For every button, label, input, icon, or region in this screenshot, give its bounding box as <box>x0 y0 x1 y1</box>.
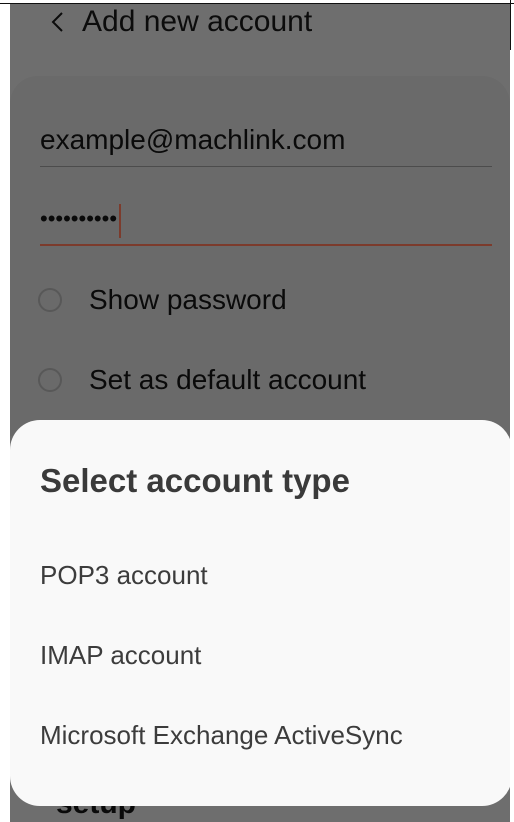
frame-right-margin <box>510 0 514 822</box>
option-pop3-account[interactable]: POP3 account <box>40 560 208 591</box>
option-exchange-activesync[interactable]: Microsoft Exchange ActiveSync <box>40 720 403 751</box>
show-password-radio[interactable] <box>38 288 62 312</box>
page-title: Add new account <box>82 5 313 38</box>
show-password-option[interactable]: Show password <box>38 284 287 316</box>
text-cursor <box>119 204 122 238</box>
frame-left-margin <box>0 0 10 822</box>
frame-right-line <box>510 0 511 50</box>
sheet-title: Select account type <box>40 462 350 499</box>
password-masked-value: •••••••••• <box>40 206 118 231</box>
option-imap-account[interactable]: IMAP account <box>40 640 201 671</box>
show-password-label: Show password <box>89 284 287 315</box>
default-account-label: Set as default account <box>89 364 367 395</box>
default-account-option[interactable]: Set as default account <box>38 364 366 396</box>
frame-top-border <box>0 0 514 4</box>
add-account-screen: Add new account example@machlink.com •••… <box>0 0 514 822</box>
account-type-sheet: Select account type POP3 account IMAP ac… <box>10 420 512 806</box>
chevron-left-icon[interactable] <box>38 2 78 42</box>
password-field[interactable]: •••••••••• <box>40 200 492 246</box>
account-form: example@machlink.com •••••••••• Show pas… <box>10 76 510 436</box>
default-account-radio[interactable] <box>38 368 62 392</box>
email-field[interactable]: example@machlink.com <box>40 124 492 167</box>
app-header: Add new account <box>10 4 510 74</box>
